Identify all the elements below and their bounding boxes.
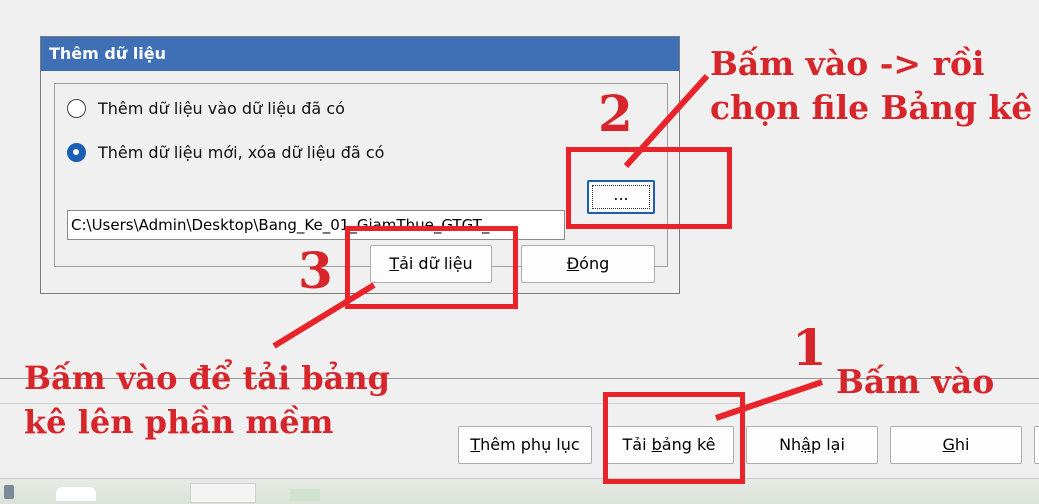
- step-1-text: Bấm vào: [836, 362, 995, 401]
- step-2-text-line2: chọn file Bảng kê: [710, 88, 1033, 127]
- step-3-number: 3: [298, 241, 333, 300]
- highlight-box-load-list: [603, 392, 745, 484]
- highlight-box-browse: [566, 147, 732, 229]
- step-1-number: 1: [792, 318, 827, 377]
- step-3-text-line1: Bấm vào để tải bảng: [24, 359, 391, 397]
- step-2-number: 2: [598, 84, 633, 143]
- highlight-box-load: [345, 226, 518, 309]
- step-2-text-line1: Bấm vào -> rồi: [710, 44, 985, 83]
- step-3-text-line2: kê lên phần mềm: [24, 403, 334, 441]
